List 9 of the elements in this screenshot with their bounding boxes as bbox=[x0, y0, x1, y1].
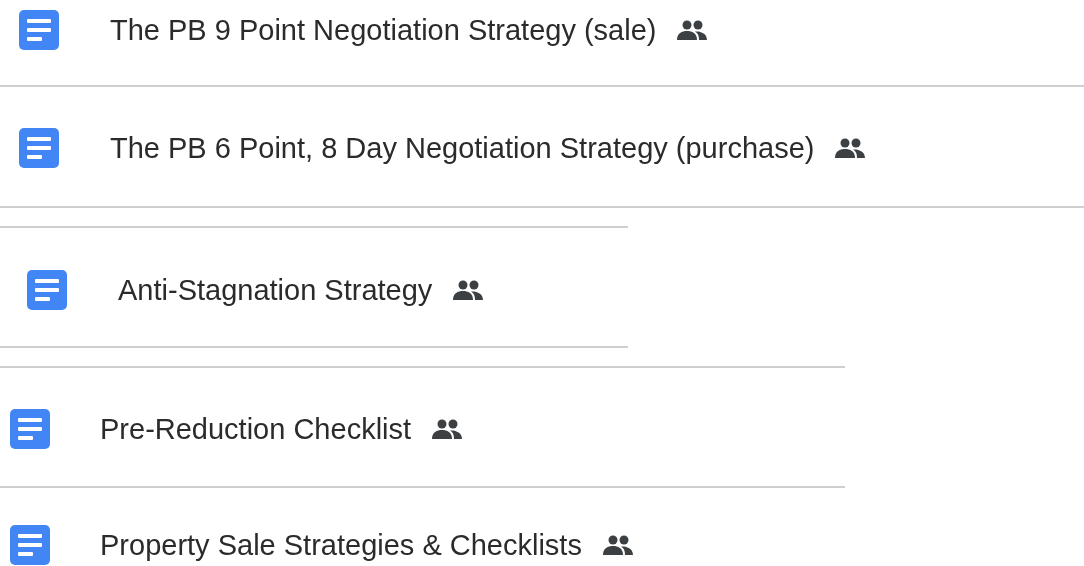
file-name[interactable]: Anti-Stagnation Strategy bbox=[118, 273, 433, 307]
document-icon bbox=[27, 270, 67, 310]
file-name[interactable]: The PB 9 Point Negotiation Strategy (sale) bbox=[110, 13, 657, 47]
file-name[interactable]: Pre-Reduction Checklist bbox=[100, 412, 412, 446]
document-icon bbox=[10, 409, 50, 449]
file-name[interactable]: The PB 6 Point, 8 Day Negotiation Strategy (purchase) bbox=[110, 131, 815, 165]
document-icon bbox=[19, 128, 59, 168]
file-name[interactable]: Property Sale Strategies & Checklists bbox=[100, 528, 582, 562]
document-icon bbox=[19, 10, 59, 50]
